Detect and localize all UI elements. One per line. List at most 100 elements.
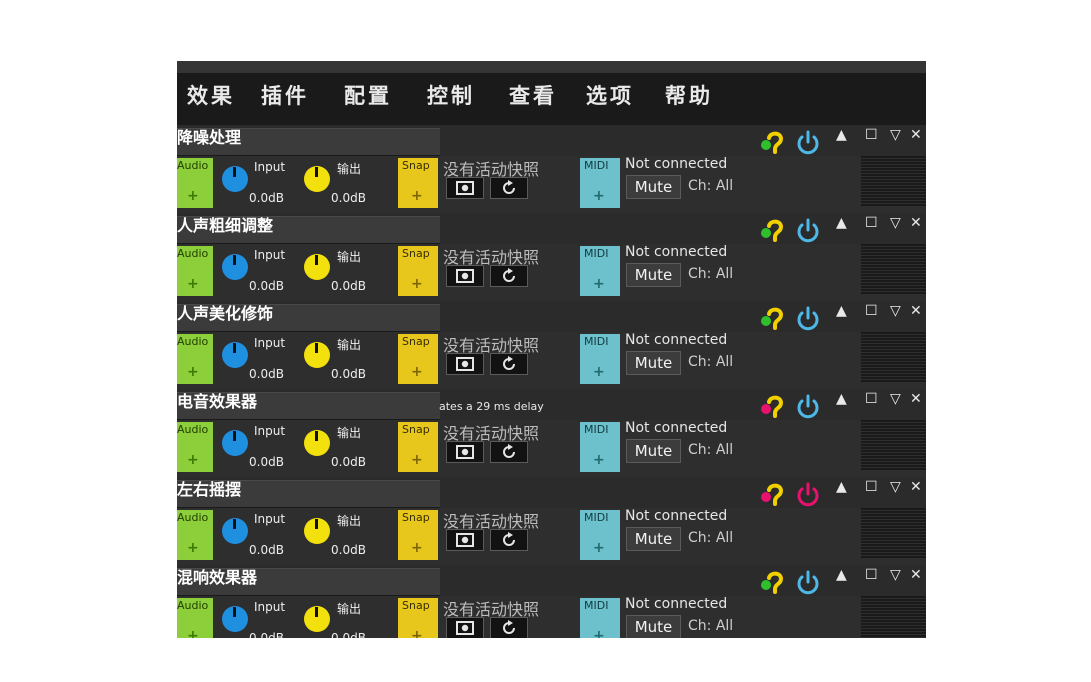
- slot-options-icon[interactable]: ▲: [836, 304, 847, 318]
- snapshot-button[interactable]: Snap +: [398, 422, 438, 472]
- power-icon[interactable]: [794, 481, 822, 507]
- power-icon[interactable]: [794, 393, 822, 419]
- meter-line: [861, 443, 926, 444]
- close-icon[interactable]: ✕: [910, 216, 922, 230]
- assist-icon[interactable]: [759, 217, 787, 243]
- slot-title: 人声粗细调整: [177, 216, 274, 235]
- input-gain-knob[interactable]: [222, 430, 248, 456]
- audio-routing-button[interactable]: Audio +: [177, 422, 213, 472]
- slot-options-icon[interactable]: ▲: [836, 392, 847, 406]
- assist-icon[interactable]: [759, 129, 787, 155]
- menu-options[interactable]: 选项: [586, 81, 634, 111]
- input-gain-knob[interactable]: [222, 518, 248, 544]
- output-gain-knob[interactable]: [304, 254, 330, 280]
- take-snapshot-button[interactable]: [446, 353, 484, 375]
- close-icon[interactable]: ✕: [910, 568, 922, 582]
- midi-channel[interactable]: Ch: All: [688, 354, 733, 370]
- assist-icon[interactable]: [759, 305, 787, 331]
- mute-button[interactable]: Mute: [626, 439, 681, 463]
- output-gain-knob[interactable]: [304, 166, 330, 192]
- close-icon[interactable]: ✕: [910, 128, 922, 142]
- maximize-icon[interactable]: ☐: [865, 304, 878, 318]
- input-gain-knob[interactable]: [222, 606, 248, 632]
- mute-button[interactable]: Mute: [626, 615, 681, 638]
- snapshot-button[interactable]: Snap +: [398, 598, 438, 638]
- assist-icon[interactable]: [759, 569, 787, 595]
- maximize-icon[interactable]: ☐: [865, 392, 878, 406]
- collapse-icon[interactable]: ▽: [890, 216, 901, 230]
- power-icon[interactable]: [794, 569, 822, 595]
- snapshot-button[interactable]: Snap +: [398, 334, 438, 384]
- snapshot-button[interactable]: Snap +: [398, 158, 438, 208]
- snapshot-button[interactable]: Snap +: [398, 246, 438, 296]
- mute-button[interactable]: Mute: [626, 527, 681, 551]
- reset-snapshot-button[interactable]: [490, 177, 528, 199]
- snapshot-button[interactable]: Snap +: [398, 510, 438, 560]
- close-icon[interactable]: ✕: [910, 480, 922, 494]
- midi-routing-button[interactable]: MIDI +: [580, 422, 620, 472]
- mute-button[interactable]: Mute: [626, 175, 681, 199]
- midi-routing-button[interactable]: MIDI +: [580, 598, 620, 638]
- power-icon[interactable]: [794, 305, 822, 331]
- output-gain-knob[interactable]: [304, 342, 330, 368]
- output-gain-knob[interactable]: [304, 518, 330, 544]
- take-snapshot-button[interactable]: [446, 177, 484, 199]
- menu-view[interactable]: 查看: [509, 81, 557, 111]
- take-snapshot-button[interactable]: [446, 441, 484, 463]
- slot-options-icon[interactable]: ▲: [836, 568, 847, 582]
- midi-routing-button[interactable]: MIDI +: [580, 158, 620, 208]
- midi-channel[interactable]: Ch: All: [688, 442, 733, 458]
- collapse-icon[interactable]: ▽: [890, 128, 901, 142]
- output-gain-knob[interactable]: [304, 606, 330, 632]
- reset-snapshot-button[interactable]: [490, 529, 528, 551]
- audio-routing-button[interactable]: Audio +: [177, 334, 213, 384]
- audio-routing-button[interactable]: Audio +: [177, 510, 213, 560]
- mute-button[interactable]: Mute: [626, 263, 681, 287]
- maximize-icon[interactable]: ☐: [865, 216, 878, 230]
- close-icon[interactable]: ✕: [910, 304, 922, 318]
- collapse-icon[interactable]: ▽: [890, 304, 901, 318]
- input-gain-knob[interactable]: [222, 254, 248, 280]
- mute-button[interactable]: Mute: [626, 351, 681, 375]
- output-gain-knob[interactable]: [304, 430, 330, 456]
- reset-snapshot-button[interactable]: [490, 265, 528, 287]
- take-snapshot-button[interactable]: [446, 617, 484, 638]
- midi-channel[interactable]: Ch: All: [688, 618, 733, 634]
- take-snapshot-button[interactable]: [446, 265, 484, 287]
- midi-routing-button[interactable]: MIDI +: [580, 510, 620, 560]
- audio-routing-button[interactable]: Audio +: [177, 598, 213, 638]
- reset-snapshot-button[interactable]: [490, 441, 528, 463]
- assist-icon[interactable]: [759, 481, 787, 507]
- menu-config[interactable]: 配置: [344, 81, 392, 111]
- collapse-icon[interactable]: ▽: [890, 480, 901, 494]
- midi-channel[interactable]: Ch: All: [688, 530, 733, 546]
- assist-icon[interactable]: [759, 393, 787, 419]
- midi-channel[interactable]: Ch: All: [688, 266, 733, 282]
- maximize-icon[interactable]: ☐: [865, 568, 878, 582]
- audio-routing-button[interactable]: Audio +: [177, 158, 213, 208]
- midi-routing-button[interactable]: MIDI +: [580, 334, 620, 384]
- collapse-icon[interactable]: ▽: [890, 392, 901, 406]
- menu-help[interactable]: 帮助: [665, 81, 713, 111]
- midi-routing-button[interactable]: MIDI +: [580, 246, 620, 296]
- input-gain-knob[interactable]: [222, 342, 248, 368]
- power-icon[interactable]: [794, 217, 822, 243]
- slot-title-bar: 电音效果器 ates a 29 ms delay ▲ ☐ ▽ ✕: [177, 389, 926, 420]
- maximize-icon[interactable]: ☐: [865, 128, 878, 142]
- slot-options-icon[interactable]: ▲: [836, 480, 847, 494]
- midi-channel[interactable]: Ch: All: [688, 178, 733, 194]
- close-icon[interactable]: ✕: [910, 392, 922, 406]
- collapse-icon[interactable]: ▽: [890, 568, 901, 582]
- slot-options-icon[interactable]: ▲: [836, 128, 847, 142]
- input-gain-knob[interactable]: [222, 166, 248, 192]
- power-icon[interactable]: [794, 129, 822, 155]
- slot-options-icon[interactable]: ▲: [836, 216, 847, 230]
- menu-effects[interactable]: 效果: [187, 81, 235, 111]
- menu-plugins[interactable]: 插件: [261, 81, 309, 111]
- audio-routing-button[interactable]: Audio +: [177, 246, 213, 296]
- reset-snapshot-button[interactable]: [490, 353, 528, 375]
- reset-snapshot-button[interactable]: [490, 617, 528, 638]
- menu-control[interactable]: 控制: [427, 81, 475, 111]
- take-snapshot-button[interactable]: [446, 529, 484, 551]
- maximize-icon[interactable]: ☐: [865, 480, 878, 494]
